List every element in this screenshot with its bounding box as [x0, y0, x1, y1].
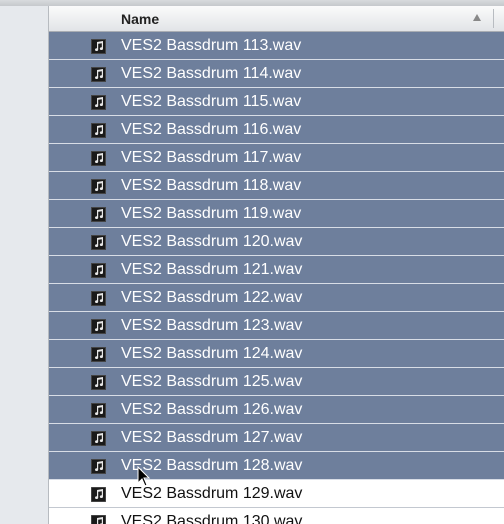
file-name: VES2 Bassdrum 119.wav [121, 205, 302, 222]
audio-file-icon [91, 151, 106, 166]
file-name: VES2 Bassdrum 118.wav [121, 177, 302, 194]
file-name: VES2 Bassdrum 117.wav [121, 149, 302, 166]
finder-window: Name VES2 Bassdrum 113.wav VES2 Bassdrum … [0, 0, 504, 524]
file-row[interactable]: VES2 Bassdrum 118.wav [49, 172, 504, 200]
file-name: VES2 Bassdrum 120.wav [121, 233, 303, 250]
file-name: VES2 Bassdrum 127.wav [121, 429, 303, 446]
file-name: VES2 Bassdrum 129.wav [121, 485, 303, 502]
file-name: VES2 Bassdrum 130.wav [121, 513, 303, 524]
audio-file-icon [91, 179, 106, 194]
file-name: VES2 Bassdrum 114.wav [121, 65, 302, 82]
audio-file-icon [91, 207, 106, 222]
file-name: VES2 Bassdrum 113.wav [121, 37, 302, 54]
file-row[interactable]: VES2 Bassdrum 119.wav [49, 200, 504, 228]
audio-file-icon [91, 459, 106, 474]
file-row[interactable]: VES2 Bassdrum 113.wav [49, 32, 504, 60]
column-divider[interactable] [493, 9, 494, 28]
file-row[interactable]: VES2 Bassdrum 126.wav [49, 396, 504, 424]
file-row[interactable]: VES2 Bassdrum 130.wav [49, 508, 504, 524]
audio-file-icon [91, 403, 106, 418]
file-name: VES2 Bassdrum 116.wav [121, 121, 302, 138]
audio-file-icon [91, 431, 106, 446]
file-row[interactable]: VES2 Bassdrum 123.wav [49, 312, 504, 340]
audio-file-icon [91, 515, 106, 524]
audio-file-icon [91, 67, 106, 82]
audio-file-icon [91, 39, 106, 54]
file-name: VES2 Bassdrum 125.wav [121, 373, 303, 390]
file-row[interactable]: VES2 Bassdrum 129.wav [49, 480, 504, 508]
name-column-header[interactable]: Name [121, 11, 159, 27]
file-row[interactable]: VES2 Bassdrum 120.wav [49, 228, 504, 256]
file-rows: VES2 Bassdrum 113.wav VES2 Bassdrum 114.w… [49, 32, 504, 524]
audio-file-icon [91, 375, 106, 390]
file-row[interactable]: VES2 Bassdrum 117.wav [49, 144, 504, 172]
file-name: VES2 Bassdrum 126.wav [121, 401, 303, 418]
file-row[interactable]: VES2 Bassdrum 122.wav [49, 284, 504, 312]
file-row[interactable]: VES2 Bassdrum 114.wav [49, 60, 504, 88]
audio-file-icon [91, 235, 106, 250]
file-name: VES2 Bassdrum 115.wav [121, 93, 302, 110]
file-row[interactable]: VES2 Bassdrum 116.wav [49, 116, 504, 144]
column-header[interactable]: Name [49, 6, 504, 32]
file-row[interactable]: VES2 Bassdrum 125.wav [49, 368, 504, 396]
audio-file-icon [91, 347, 106, 362]
audio-file-icon [91, 263, 106, 278]
sidebar[interactable] [0, 6, 49, 524]
file-row[interactable]: VES2 Bassdrum 121.wav [49, 256, 504, 284]
file-list[interactable]: Name VES2 Bassdrum 113.wav VES2 Bassdrum … [49, 6, 504, 524]
file-row[interactable]: VES2 Bassdrum 115.wav [49, 88, 504, 116]
file-row[interactable]: VES2 Bassdrum 127.wav [49, 424, 504, 452]
file-name: VES2 Bassdrum 123.wav [121, 317, 303, 334]
sort-ascending-icon[interactable] [473, 14, 481, 21]
audio-file-icon [91, 95, 106, 110]
audio-file-icon [91, 319, 106, 334]
file-name: VES2 Bassdrum 128.wav [121, 457, 303, 474]
audio-file-icon [91, 291, 106, 306]
file-name: VES2 Bassdrum 122.wav [121, 289, 303, 306]
file-row[interactable]: VES2 Bassdrum 124.wav [49, 340, 504, 368]
file-name: VES2 Bassdrum 124.wav [121, 345, 303, 362]
audio-file-icon [91, 487, 106, 502]
file-row[interactable]: VES2 Bassdrum 128.wav [49, 452, 504, 480]
audio-file-icon [91, 123, 106, 138]
file-name: VES2 Bassdrum 121.wav [121, 261, 303, 278]
